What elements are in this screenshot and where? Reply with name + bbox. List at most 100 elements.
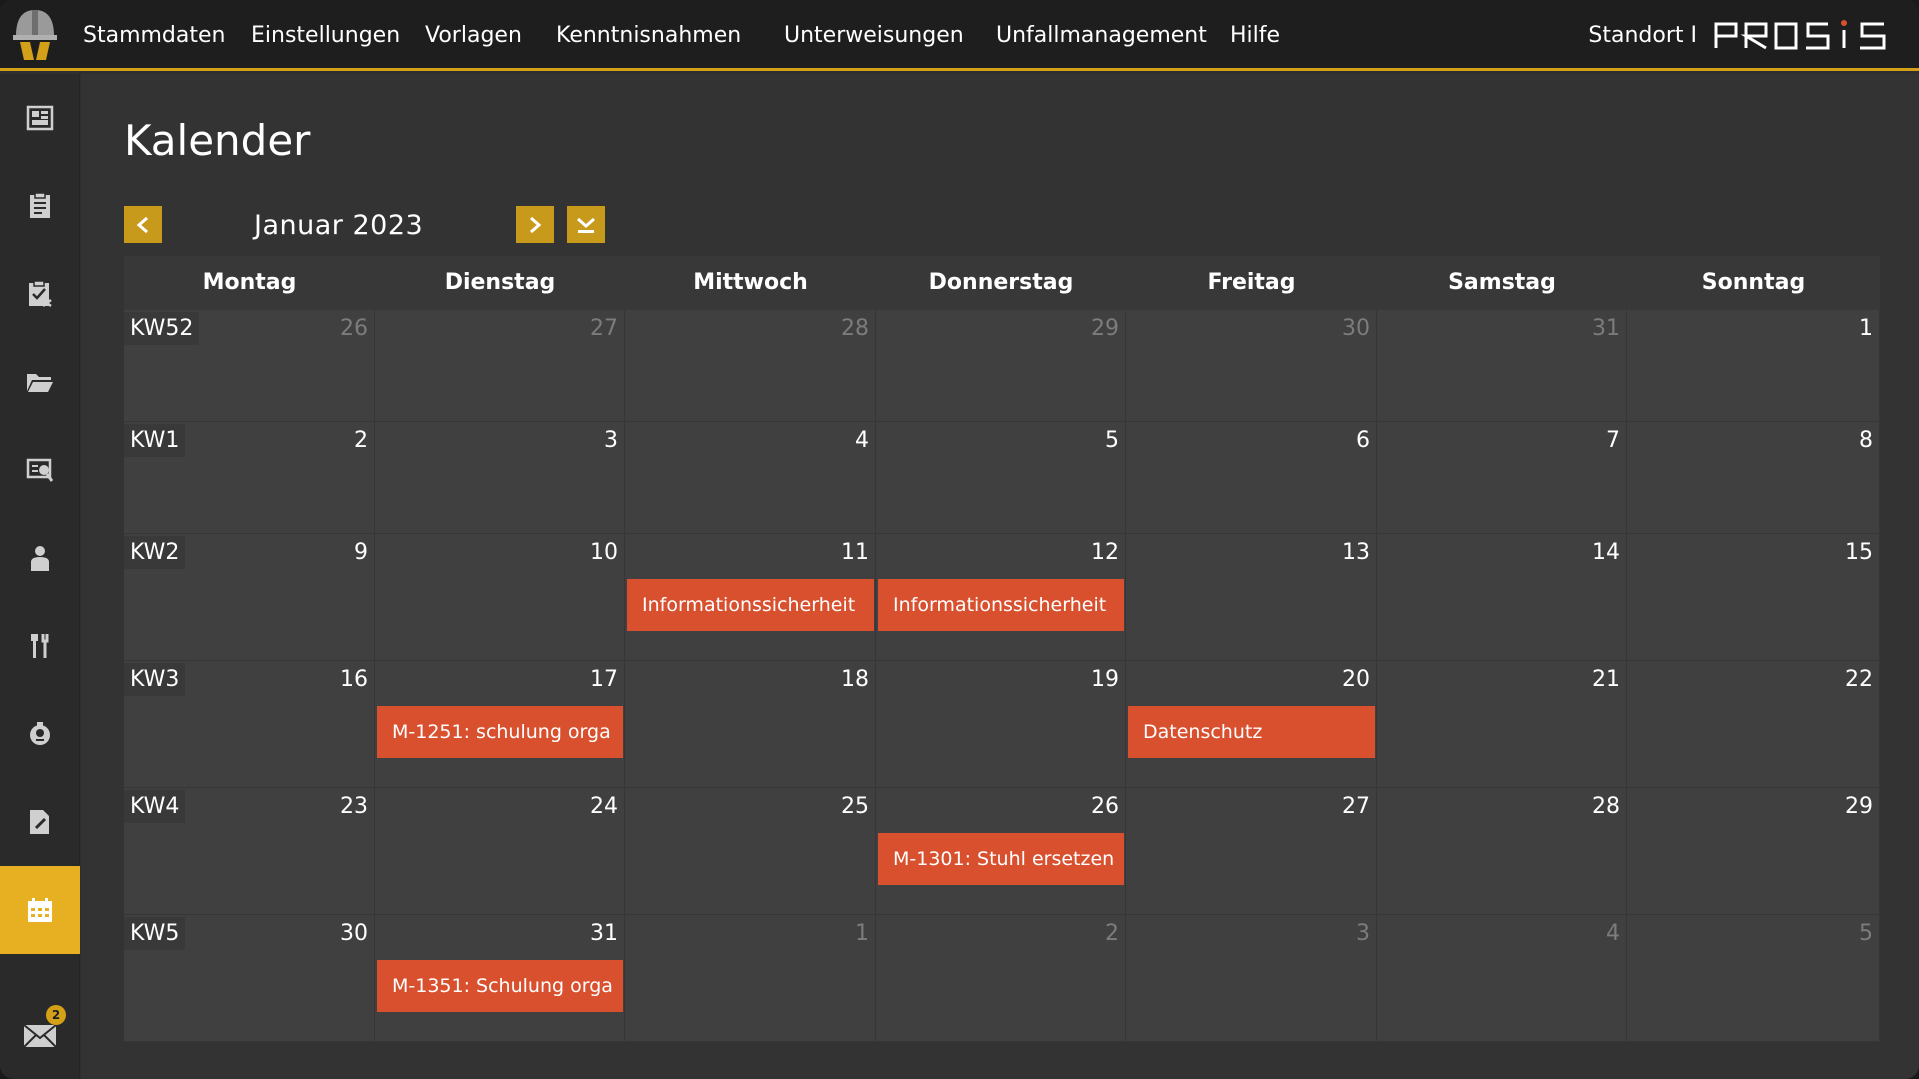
sidebar-item-hazards[interactable] xyxy=(0,690,80,778)
day-cell[interactable]: 30 xyxy=(1126,310,1377,422)
day-number: 21 xyxy=(1592,667,1620,692)
day-cell[interactable]: 5 xyxy=(876,422,1126,534)
day-number: 3 xyxy=(604,428,618,453)
calendar-event[interactable]: Datenschutz xyxy=(1128,706,1375,758)
calendar-event[interactable]: Informationssicherheit xyxy=(878,579,1124,631)
day-cell[interactable]: 15 xyxy=(1627,534,1880,661)
day-cell[interactable]: 5 xyxy=(1627,915,1880,1042)
day-number: 6 xyxy=(1356,428,1370,453)
sidebar-item-reviews[interactable] xyxy=(0,426,80,514)
location-selector[interactable]: Standort I xyxy=(1588,0,1697,71)
day-number: 1 xyxy=(855,921,869,946)
day-cell[interactable]: 6 xyxy=(1126,422,1377,534)
day-number: 12 xyxy=(1091,540,1119,565)
prosis-brand-logo xyxy=(1714,20,1886,50)
next-month-button[interactable] xyxy=(516,206,554,243)
sidebar-item-tools[interactable] xyxy=(0,602,80,690)
day-number: 17 xyxy=(590,667,618,692)
calendar-week-label: KW3 xyxy=(124,663,186,696)
day-cell[interactable]: 29 xyxy=(876,310,1126,422)
nav-einstellungen[interactable]: Einstellungen xyxy=(251,0,400,71)
day-cell[interactable]: 3 xyxy=(1126,915,1377,1042)
sidebar-item-messages[interactable]: 2 xyxy=(0,991,80,1079)
sidebar-item-persons[interactable] xyxy=(0,514,80,602)
day-number: 16 xyxy=(340,667,368,692)
day-cell[interactable]: 28 xyxy=(625,310,876,422)
nav-hilfe[interactable]: Hilfe xyxy=(1230,0,1280,71)
day-cell[interactable]: 24 xyxy=(375,788,625,915)
sidebar-item-calendar[interactable] xyxy=(0,866,80,954)
calendar-week-label: KW5 xyxy=(124,917,186,950)
unread-messages-badge: 2 xyxy=(46,1005,66,1025)
day-number: 9 xyxy=(354,540,368,565)
calendar-event[interactable]: M-1251: schulung orga xyxy=(377,706,623,758)
day-cell[interactable]: 1 xyxy=(625,915,876,1042)
day-cell[interactable]: KW1 2 xyxy=(124,422,375,534)
day-cell[interactable]: 27 xyxy=(375,310,625,422)
day-number: 11 xyxy=(841,540,869,565)
day-cell[interactable]: 10 xyxy=(375,534,625,661)
helmet-logo-icon[interactable] xyxy=(10,6,60,64)
nav-kenntnisnahmen[interactable]: Kenntnisnahmen xyxy=(556,0,741,71)
previous-month-button[interactable] xyxy=(124,206,162,243)
checklist-icon xyxy=(29,280,52,307)
day-cell[interactable]: 13 xyxy=(1126,534,1377,661)
sidebar-item-dashboard[interactable] xyxy=(0,74,80,162)
calendar-event[interactable]: M-1301: Stuhl ersetzen xyxy=(878,833,1124,885)
calendar-event[interactable]: Informationssicherheit xyxy=(627,579,874,631)
day-cell[interactable]: KW52 26 xyxy=(124,310,375,422)
day-number: 26 xyxy=(1091,794,1119,819)
hazard-icon xyxy=(30,722,50,745)
day-number: 7 xyxy=(1606,428,1620,453)
day-cell[interactable]: 19 xyxy=(876,661,1126,788)
day-cell[interactable]: 14 xyxy=(1377,534,1627,661)
sidebar-item-documents[interactable] xyxy=(0,338,80,426)
day-number: 8 xyxy=(1859,428,1873,453)
nav-vorlagen[interactable]: Vorlagen xyxy=(425,0,522,71)
day-cell[interactable]: KW3 16 xyxy=(124,661,375,788)
day-number: 28 xyxy=(841,316,869,341)
weekday-header-mittwoch: Mittwoch xyxy=(693,270,808,295)
day-cell[interactable]: 22 xyxy=(1627,661,1880,788)
day-cell[interactable]: 28 xyxy=(1377,788,1627,915)
day-cell[interactable]: 4 xyxy=(625,422,876,534)
day-cell[interactable]: 8 xyxy=(1627,422,1880,534)
day-cell[interactable]: 2 xyxy=(876,915,1126,1042)
sidebar-item-reports[interactable] xyxy=(0,778,80,866)
day-cell[interactable]: 31 xyxy=(1377,310,1627,422)
day-cell[interactable]: KW4 23 xyxy=(124,788,375,915)
app-window: Stammdaten Einstellungen Vorlagen Kenntn… xyxy=(0,0,1919,1079)
weekday-header-dienstag: Dienstag xyxy=(444,270,556,295)
day-cell[interactable]: 27 xyxy=(1126,788,1377,915)
day-number: 4 xyxy=(1606,921,1620,946)
day-cell[interactable]: KW5 30 xyxy=(124,915,375,1042)
day-cell[interactable]: 1 xyxy=(1627,310,1880,422)
nav-stammdaten[interactable]: Stammdaten xyxy=(83,0,225,71)
day-cell[interactable]: 4 xyxy=(1377,915,1627,1042)
day-number: 2 xyxy=(1105,921,1119,946)
day-cell[interactable]: 3 xyxy=(375,422,625,534)
day-number: 19 xyxy=(1091,667,1119,692)
day-cell[interactable]: 21 xyxy=(1377,661,1627,788)
calendar-event[interactable]: M-1351: Schulung orga xyxy=(377,960,623,1012)
sidebar-item-checklists[interactable] xyxy=(0,250,80,338)
day-cell[interactable]: 29 xyxy=(1627,788,1880,915)
folder-icon xyxy=(27,374,53,392)
chevron-left-icon xyxy=(136,216,148,233)
weekday-header-donnerstag: Donnerstag xyxy=(928,270,1074,295)
day-cell[interactable]: 25 xyxy=(625,788,876,915)
nav-unfallmanagement[interactable]: Unfallmanagement xyxy=(996,0,1207,71)
nav-unterweisungen[interactable]: Unterweisungen xyxy=(784,0,964,71)
day-number: 31 xyxy=(590,921,618,946)
day-cell[interactable]: 18 xyxy=(625,661,876,788)
today-button[interactable] xyxy=(567,206,605,243)
day-cell[interactable]: 7 xyxy=(1377,422,1627,534)
document-edit-icon xyxy=(30,810,49,834)
sidebar-item-tasks[interactable] xyxy=(0,162,80,250)
calendar-icon xyxy=(28,898,52,922)
month-calendar: Montag Dienstag Mittwoch Donnerstag Freitag S… xyxy=(124,256,1880,1042)
review-icon xyxy=(26,458,54,482)
chevron-right-icon xyxy=(530,216,542,233)
day-number: 31 xyxy=(1592,316,1620,341)
day-cell[interactable]: KW2 9 xyxy=(124,534,375,661)
